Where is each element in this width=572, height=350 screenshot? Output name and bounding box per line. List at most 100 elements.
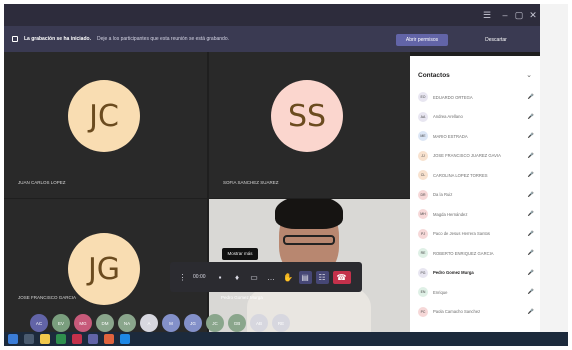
excel-icon[interactable] [56, 334, 66, 344]
camera-icon[interactable]: ▪ [214, 271, 227, 284]
list-item[interactable]: CL CAROLINA LOPEZ TORRES 🎤 [418, 168, 534, 182]
list-item[interactable]: PG Pedro Gomez Murga 🎤 [418, 266, 534, 280]
avatar: PJ [418, 228, 428, 239]
participant-bubble[interactable]: EV [52, 314, 70, 332]
participant-name: JOSE FRANCISCO JUAREZ GAVIA [433, 153, 501, 158]
participant-name: Pedro Gomez Murga [221, 295, 263, 300]
call-controls: ⋮ 00:00 ▪ ♦ ▭ … ✋ ▤ ☷ ☎ [170, 262, 362, 292]
avatar: PG [418, 267, 428, 278]
open-permissions-button[interactable]: Abrir permisos [396, 34, 448, 46]
microphone-icon[interactable]: 🎤 [528, 270, 534, 276]
participant-name: Andrea Arellano [433, 114, 463, 119]
participant-name: CAROLINA LOPEZ TORRES [433, 172, 488, 178]
avatar: SS [271, 80, 343, 152]
hang-up-icon[interactable]: ☎ [332, 270, 351, 284]
microphone-icon[interactable]: 🎤 [528, 192, 534, 198]
background-app [540, 4, 568, 346]
start-icon[interactable] [8, 334, 18, 344]
avatar: CL [418, 170, 428, 180]
participant-bubble[interactable]: A [140, 314, 158, 332]
share-screen-icon[interactable]: ▭ [248, 271, 261, 284]
avatar: JJ [418, 150, 428, 161]
participant-tile[interactable]: SS SOFIA SANCHEZ SUAREZ [209, 52, 410, 198]
participant-name: Da la Ruiz [433, 192, 453, 197]
microphone-icon[interactable]: 🎤 [528, 289, 534, 295]
list-item[interactable]: ME MARIO ESTRADA 🎤 [418, 129, 534, 143]
recording-banner: La grabación se ha iniciado. Deje a los … [4, 26, 540, 52]
minimize-icon[interactable]: – [500, 10, 510, 20]
tooltip: Mostrar más [222, 248, 258, 260]
participants-icon[interactable]: ☷ [315, 270, 329, 284]
list-item[interactable]: JJ JOSE FRANCISCO JUAREZ GAVIA 🎤 [418, 149, 534, 163]
meeting-info-icon[interactable]: ⋮ [176, 271, 189, 284]
microphone-icon[interactable]: ♦ [231, 271, 244, 284]
avatar: AA [418, 111, 428, 122]
microphone-icon[interactable]: 🎤 [528, 94, 534, 100]
lock-icon [12, 36, 18, 42]
avatar: EN [418, 287, 428, 297]
participant-bubble[interactable]: JG [184, 314, 202, 332]
person-glasses [283, 235, 335, 245]
participant-bubbles: AC EV MG DM NA A M JG JC GB AB RE [30, 314, 290, 332]
participant-tile[interactable]: JC JUAN CARLOS LOPEZ [4, 52, 207, 198]
participant-name: SOFIA SANCHEZ SUAREZ [223, 180, 279, 185]
microphone-icon[interactable]: 🎤 [528, 250, 534, 256]
maximize-icon[interactable]: ▢ [514, 10, 524, 20]
microphone-icon[interactable]: 🎤 [528, 114, 534, 120]
participant-name: Magda Hernández [433, 211, 468, 217]
dismiss-button[interactable]: Descartar [476, 34, 516, 46]
microphone-icon[interactable]: 🎤 [528, 211, 534, 217]
participant-bubble[interactable]: NA [118, 314, 136, 332]
participant-name: Enrique [433, 289, 448, 295]
close-icon[interactable]: ✕ [528, 10, 538, 20]
avatar: MH [418, 209, 428, 219]
microphone-icon[interactable]: 🎤 [528, 172, 534, 178]
participant-name: ROBERTO ENRIQUEZ GARCIA [433, 250, 494, 256]
avatar: JG [68, 233, 140, 305]
taskbar [4, 332, 568, 346]
participants-panel: Contactos ⌄ EO EDUARDO ORTEGA 🎤 AA Andrea Ar… [410, 56, 540, 346]
more-actions-icon[interactable]: … [265, 271, 278, 284]
microphone-icon[interactable]: 🎤 [528, 231, 534, 237]
participant-bubble[interactable]: AB [250, 314, 268, 332]
title-bar: ☰ – ▢ ✕ [4, 4, 540, 26]
powerpoint-icon[interactable] [72, 334, 82, 344]
participant-bubble[interactable]: JC [206, 314, 224, 332]
participant-bubble[interactable]: DM [96, 314, 114, 332]
word-icon[interactable] [120, 334, 130, 344]
participant-name: Paola Camacho Sanchez [433, 309, 481, 314]
search-icon[interactable] [24, 334, 34, 344]
list-item[interactable]: PC Paola Camacho Sanchez 🎤 [418, 305, 534, 319]
raise-hand-icon[interactable]: ✋ [282, 271, 295, 284]
person-hair [275, 199, 343, 229]
microphone-icon[interactable]: 🎤 [528, 133, 534, 139]
participant-bubble[interactable]: AC [30, 314, 48, 332]
avatar: RE [418, 248, 428, 258]
participant-bubble[interactable]: GB [228, 314, 246, 332]
folder-icon[interactable] [40, 334, 50, 344]
list-item[interactable]: MH Magda Hernández 🎤 [418, 207, 534, 221]
participant-bubble[interactable]: RE [272, 314, 290, 332]
participant-name: Pedro Gomez Murga [433, 270, 474, 275]
microphone-icon[interactable]: 🎤 [528, 309, 534, 315]
call-timer: 00:00 [193, 274, 206, 280]
list-item[interactable]: RE ROBERTO ENRIQUEZ GARCIA 🎤 [418, 246, 534, 260]
panel-title: Contactos [418, 72, 450, 79]
list-item[interactable]: AA Andrea Arellano 🎤 [418, 110, 534, 124]
chrome-icon[interactable] [104, 334, 114, 344]
chevron-down-icon[interactable]: ⌄ [526, 71, 532, 79]
avatar: ME [418, 131, 428, 141]
participant-bubble[interactable]: M [162, 314, 180, 332]
microphone-icon[interactable]: 🎤 [528, 153, 534, 159]
chat-icon[interactable]: ▤ [298, 270, 312, 284]
participant-name: MARIO ESTRADA [433, 133, 468, 139]
teams-icon[interactable] [88, 334, 98, 344]
banner-title: La grabación se ha iniciado. [24, 36, 91, 42]
list-item[interactable]: DR Da la Ruiz 🎤 [418, 188, 534, 202]
participant-bubble[interactable]: MG [74, 314, 92, 332]
people-icon[interactable]: ☰ [482, 10, 492, 20]
list-item[interactable]: EN Enrique 🎤 [418, 285, 534, 299]
list-item[interactable]: PJ Paco de Jesus Herrera Santos 🎤 [418, 227, 534, 241]
list-item[interactable]: EO EDUARDO ORTEGA 🎤 [418, 90, 534, 104]
avatar: EO [418, 92, 428, 102]
